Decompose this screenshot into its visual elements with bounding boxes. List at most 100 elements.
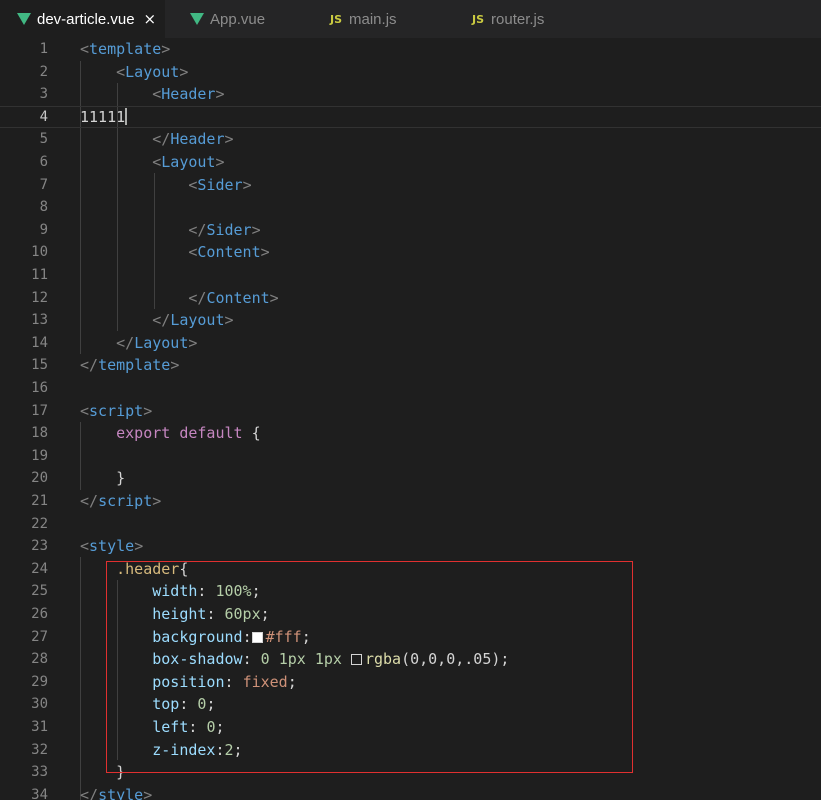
tab-bar: dev-article.vue × App.vue JS main.js JS … bbox=[0, 0, 821, 38]
tag-name: Layout bbox=[170, 311, 225, 330]
line-text: <style> bbox=[80, 537, 144, 556]
line-number: 24 bbox=[31, 560, 48, 577]
tag-name: Sider bbox=[206, 220, 252, 239]
line-number: 31 bbox=[31, 719, 48, 735]
tag-name: template bbox=[98, 356, 171, 375]
line-text: <Content> bbox=[188, 243, 270, 262]
tab-label: dev-article.vue bbox=[37, 10, 135, 28]
line-number: 2 bbox=[39, 63, 48, 80]
line-text: <Layout> bbox=[116, 62, 189, 81]
code-line: 2 <Layout> bbox=[0, 61, 821, 83]
code-line: 18 export default { bbox=[0, 422, 821, 444]
line-text: <Layout> bbox=[152, 153, 225, 171]
line-number: 17 bbox=[31, 402, 48, 419]
line-number: 16 bbox=[31, 380, 48, 396]
line-number: 1 bbox=[39, 41, 48, 57]
line-number: 14 bbox=[31, 334, 48, 351]
code-line: 14 </Layout> bbox=[0, 332, 821, 354]
line-number: 23 bbox=[31, 538, 48, 555]
code-line: 15 </template> bbox=[0, 354, 821, 376]
tab-dev-article-vue[interactable]: dev-article.vue × bbox=[0, 0, 165, 38]
code-line: 12 </Content> bbox=[0, 287, 821, 309]
line-number: 27 bbox=[31, 628, 48, 645]
code-line: 5 </Header> bbox=[0, 128, 821, 150]
tag-name: Content bbox=[206, 288, 270, 307]
js-icon: JS bbox=[330, 12, 343, 26]
line-text: </Layout> bbox=[152, 311, 234, 330]
keyword: default bbox=[179, 424, 243, 443]
line-text: <Header> bbox=[152, 85, 225, 104]
vue-icon bbox=[17, 13, 31, 25]
tab-app-vue[interactable]: App.vue bbox=[190, 0, 265, 38]
line-text: export default { bbox=[116, 424, 261, 443]
line-number: 22 bbox=[31, 515, 48, 532]
code-line: 23 <style> bbox=[0, 535, 821, 557]
line-number: 5 bbox=[39, 131, 48, 148]
tag-name: template bbox=[89, 40, 162, 58]
tag-name: style bbox=[98, 785, 144, 800]
tab-label: App.vue bbox=[210, 10, 266, 28]
js-icon: JS bbox=[472, 12, 485, 26]
tag-name: style bbox=[89, 537, 135, 556]
code-line: 20 } bbox=[0, 467, 821, 489]
line-number: 12 bbox=[31, 289, 48, 306]
tab-label: main.js bbox=[349, 10, 397, 28]
line-text: </Layout> bbox=[116, 333, 198, 352]
code-line: 10 <Content> bbox=[0, 241, 821, 263]
line-number: 10 bbox=[31, 244, 48, 261]
code-line: 17 <script> bbox=[0, 400, 821, 422]
line-text: </style> bbox=[80, 784, 152, 800]
code-line: 9 </Sider> bbox=[0, 219, 821, 241]
line-number: 13 bbox=[31, 312, 48, 329]
text-cursor bbox=[125, 107, 128, 125]
tag-name: script bbox=[89, 401, 144, 420]
code-line: 6 <Layout> bbox=[0, 151, 821, 173]
highlight-annotation-box bbox=[106, 561, 633, 773]
line-number: 20 bbox=[31, 470, 48, 487]
tag-name: script bbox=[98, 492, 153, 510]
line-text: </template> bbox=[80, 356, 180, 375]
line-text: <Sider> bbox=[188, 175, 252, 194]
vue-icon bbox=[190, 13, 204, 25]
line-number: 32 bbox=[31, 741, 48, 758]
close-icon[interactable]: × bbox=[144, 10, 157, 28]
line-text: </Content> bbox=[188, 288, 279, 307]
line-number: 19 bbox=[31, 447, 48, 464]
line-number: 18 bbox=[31, 425, 48, 442]
tag-name: Content bbox=[197, 243, 261, 262]
code-line: 11 bbox=[0, 264, 821, 286]
line-number: 28 bbox=[31, 651, 48, 668]
code-line: 8 bbox=[0, 196, 821, 218]
line-text: <template> bbox=[80, 40, 171, 58]
tag-name: Header bbox=[170, 130, 225, 149]
tag-name: Sider bbox=[197, 175, 243, 194]
line-number: 30 bbox=[31, 696, 48, 713]
code-line: 3 <Header> bbox=[0, 83, 821, 105]
line-number: 9 bbox=[39, 221, 48, 238]
code-line: 1 <template> bbox=[0, 38, 821, 60]
line-number: 21 bbox=[31, 493, 48, 509]
typed-text: 11111 bbox=[80, 107, 126, 126]
line-number: 29 bbox=[31, 673, 48, 690]
tag-name: Layout bbox=[161, 153, 216, 171]
tag-name: Layout bbox=[134, 333, 189, 352]
code-line-current: 4 11111 bbox=[0, 105, 821, 128]
line-number: 26 bbox=[31, 606, 48, 622]
tab-label: router.js bbox=[491, 10, 545, 28]
line-number: 25 bbox=[31, 583, 48, 600]
code-line: 22 bbox=[0, 513, 821, 535]
code-line: 7 <Sider> bbox=[0, 174, 821, 196]
code-line: 13 </Layout> bbox=[0, 309, 821, 331]
line-number: 3 bbox=[39, 86, 48, 103]
line-text: 11111 bbox=[80, 107, 128, 127]
code-line: 19 bbox=[0, 445, 821, 467]
keyword: export bbox=[116, 424, 171, 443]
tab-router-js[interactable]: JS router.js bbox=[472, 0, 544, 38]
line-number: 8 bbox=[39, 199, 48, 216]
line-number: 33 bbox=[31, 764, 48, 781]
code-editor[interactable]: dev-article.vue × App.vue JS main.js JS … bbox=[0, 0, 821, 800]
tag-name: Header bbox=[161, 85, 216, 104]
code-line: 21 </script> bbox=[0, 490, 821, 512]
line-text: } bbox=[116, 469, 126, 488]
tab-main-js[interactable]: JS main.js bbox=[330, 0, 397, 38]
